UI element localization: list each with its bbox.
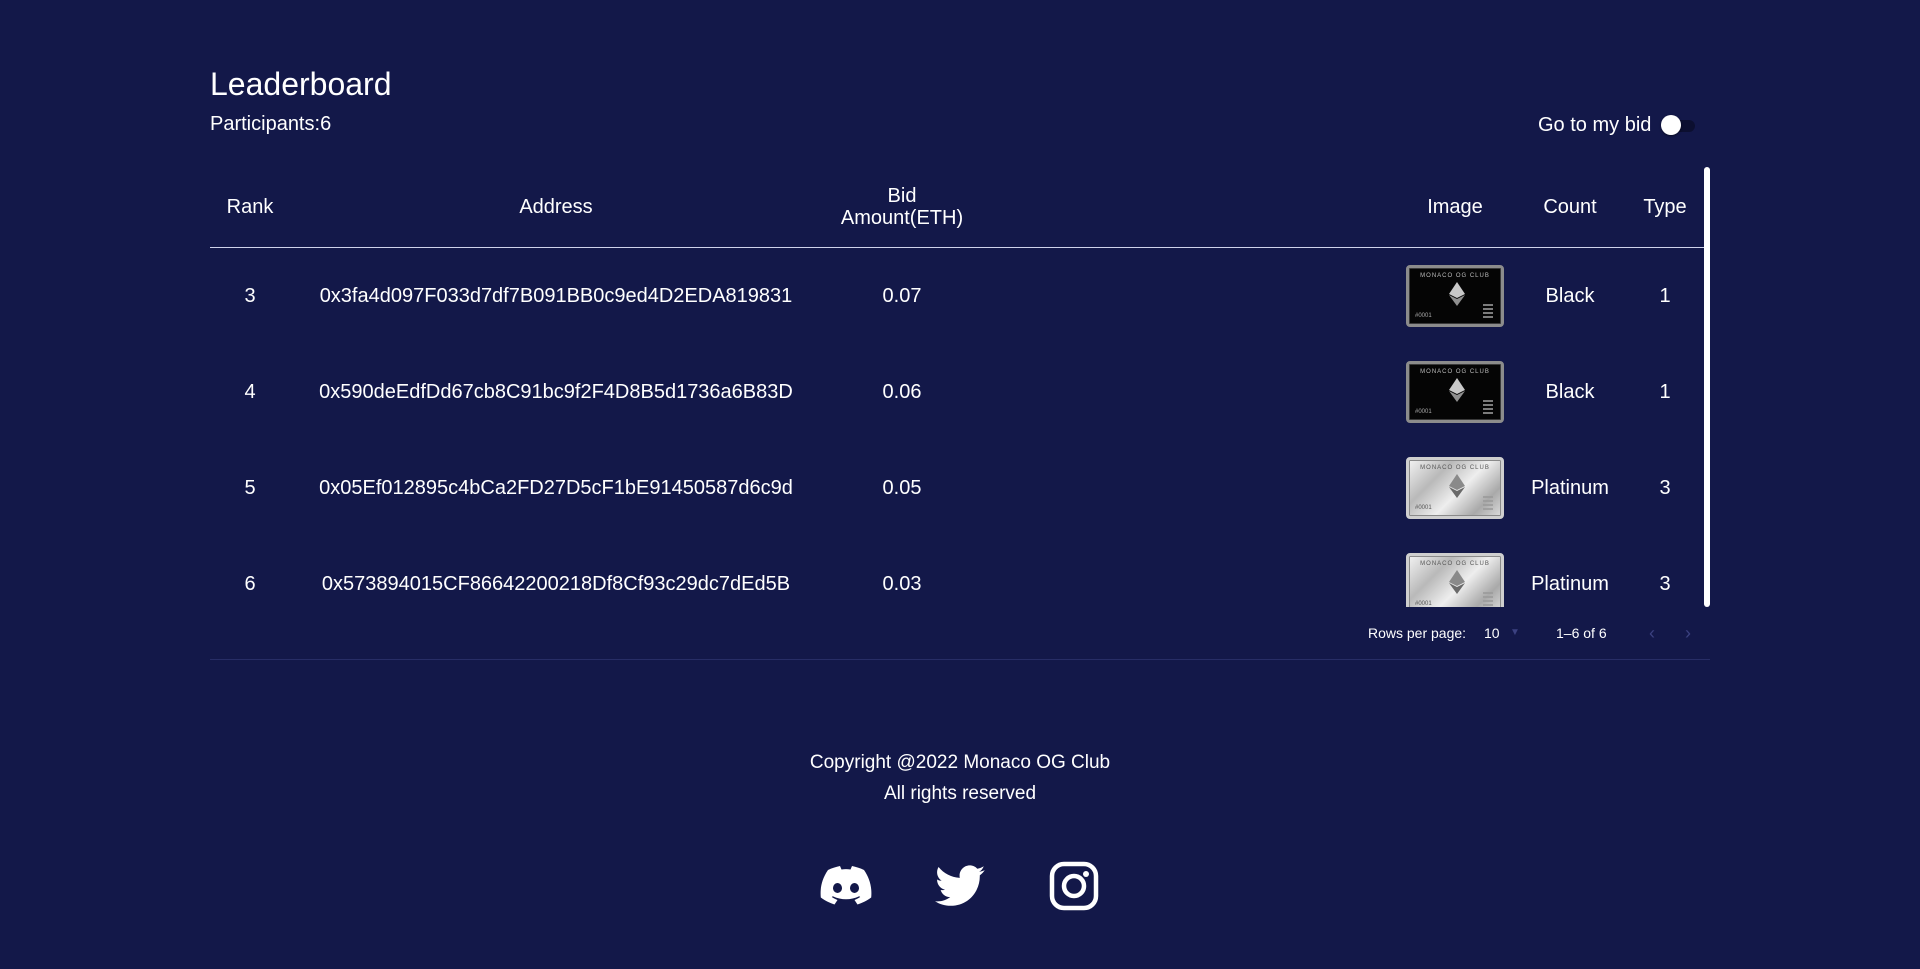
instagram-link[interactable] xyxy=(1046,858,1102,914)
card-brand-text: MONACO OG CLUB xyxy=(1420,465,1490,471)
cell-address: 0x3fa4d097F033d7df7B091BB0c9ed4D2EDA8198… xyxy=(319,285,793,307)
header-bid-line1: Bid xyxy=(887,185,917,207)
table-scroll-area: Rank Address Bid Amount(ETH) Image Count… xyxy=(210,167,1706,607)
black-card-image: MONACO OG CLUB #0001 xyxy=(1406,265,1504,327)
card-brand-text: MONACO OG CLUB xyxy=(1420,273,1490,279)
participants-label: Participants: xyxy=(210,113,321,135)
cell-count: Black xyxy=(1545,381,1595,403)
cell-bid-amount: 0.05 xyxy=(882,477,922,499)
ethereum-icon xyxy=(1449,378,1465,402)
cell-type: 1 xyxy=(1659,381,1671,403)
ethereum-icon xyxy=(1449,282,1465,306)
cell-address: 0x05Ef012895c4bCa2FD27D5cF1bE91450587d6c… xyxy=(319,477,793,499)
card-chip-icon xyxy=(1483,302,1493,318)
twitter-icon xyxy=(935,865,985,906)
card-number: #0001 xyxy=(1415,505,1432,511)
header-bid-line2: Amount(ETH) xyxy=(840,207,964,229)
cell-type: 3 xyxy=(1659,573,1671,595)
go-to-my-bid-label: Go to my bid xyxy=(1538,114,1652,136)
table-scrollbar[interactable] xyxy=(1704,167,1710,607)
card-chip-icon xyxy=(1483,590,1493,606)
ethereum-icon xyxy=(1449,474,1465,498)
cell-count: Platinum xyxy=(1531,477,1609,499)
rows-per-page-label: Rows per page: xyxy=(1368,625,1467,641)
ethereum-icon xyxy=(1449,570,1465,594)
leaderboard-page: Leaderboard Participants:6 Go to my bid … xyxy=(0,0,1920,969)
copyright-text: Copyright @2022 Monaco OG Club xyxy=(809,752,1111,773)
go-to-my-bid-switch[interactable] xyxy=(1661,113,1697,137)
cell-address: 0x573894015CF86642200218Df8Cf93c29dc7dEd… xyxy=(321,573,791,595)
cell-count: Platinum xyxy=(1531,573,1609,595)
switch-thumb[interactable] xyxy=(1661,115,1682,135)
discord-link[interactable] xyxy=(818,858,874,914)
leaderboard-table-panel: Rank Address Bid Amount(ETH) Image Count… xyxy=(210,167,1710,660)
cell-address: 0x590deEdfDd67cb8C91bc9f2F4D8B5d1736a6B8… xyxy=(319,381,793,403)
card-chip-icon xyxy=(1483,494,1493,510)
cell-bid-amount: 0.03 xyxy=(882,573,922,595)
card-brand-text: MONACO OG CLUB xyxy=(1420,369,1490,375)
black-card-image: MONACO OG CLUB #0001 xyxy=(1406,361,1504,423)
table-row: 4 0x590deEdfDd67cb8C91bc9f2F4D8B5d1736a6… xyxy=(210,344,1706,440)
caret-down-icon: ▼ xyxy=(1510,627,1520,638)
chevron-right-icon: › xyxy=(1685,623,1691,643)
participants-summary: Participants:6 xyxy=(210,112,331,136)
cell-rank: 5 xyxy=(244,477,256,499)
header-rank: Rank xyxy=(226,196,274,218)
platinum-card-image: MONACO OG CLUB #0001 xyxy=(1406,553,1504,607)
card-number: #0001 xyxy=(1415,313,1432,319)
table-row: 6 0x573894015CF86642200218Df8Cf93c29dc7d… xyxy=(210,536,1706,607)
card-chip-icon xyxy=(1483,398,1493,414)
cell-count: Black xyxy=(1545,285,1595,307)
cell-rank: 6 xyxy=(244,573,256,595)
cell-bid-amount: 0.07 xyxy=(882,285,922,307)
header-type: Type xyxy=(1643,196,1687,218)
cell-rank: 4 xyxy=(244,381,256,403)
twitter-link[interactable] xyxy=(932,858,988,914)
discord-icon xyxy=(820,866,872,905)
rights-text: All rights reserved xyxy=(883,783,1037,804)
pagination-range: 1–6 of 6 xyxy=(1556,625,1607,641)
previous-page-button[interactable]: ‹ xyxy=(1640,621,1664,645)
header-address: Address xyxy=(519,196,593,218)
go-to-my-bid-toggle-group: Go to my bid xyxy=(1538,113,1697,137)
cell-rank: 3 xyxy=(244,285,256,307)
social-links xyxy=(0,858,1920,914)
cell-type: 3 xyxy=(1659,477,1671,499)
table-header-row: Rank Address Bid Amount(ETH) Image Count… xyxy=(210,167,1706,248)
participants-count: 6 xyxy=(320,113,332,135)
next-page-button[interactable]: › xyxy=(1676,621,1700,645)
platinum-card-image: MONACO OG CLUB #0001 xyxy=(1406,457,1504,519)
table-row: 5 0x05Ef012895c4bCa2FD27D5cF1bE91450587d… xyxy=(210,440,1706,536)
rows-per-page-value: 10 xyxy=(1484,625,1500,641)
card-brand-text: MONACO OG CLUB xyxy=(1420,561,1490,567)
chevron-left-icon: ‹ xyxy=(1649,623,1655,643)
cell-type: 1 xyxy=(1659,285,1671,307)
rows-per-page-select[interactable]: 10 ▼ xyxy=(1484,625,1520,641)
table-pagination: Rows per page: 10 ▼ 1–6 of 6 ‹ › xyxy=(210,607,1710,659)
instagram-icon xyxy=(1049,861,1099,911)
header-bid-amount: Bid Amount(ETH) xyxy=(822,167,982,247)
header-count: Count xyxy=(1543,196,1597,218)
page-title: Leaderboard xyxy=(210,66,392,102)
table-row: 3 0x3fa4d097F033d7df7B091BB0c9ed4D2EDA81… xyxy=(210,248,1706,344)
card-number: #0001 xyxy=(1415,409,1432,415)
cell-bid-amount: 0.06 xyxy=(882,381,922,403)
